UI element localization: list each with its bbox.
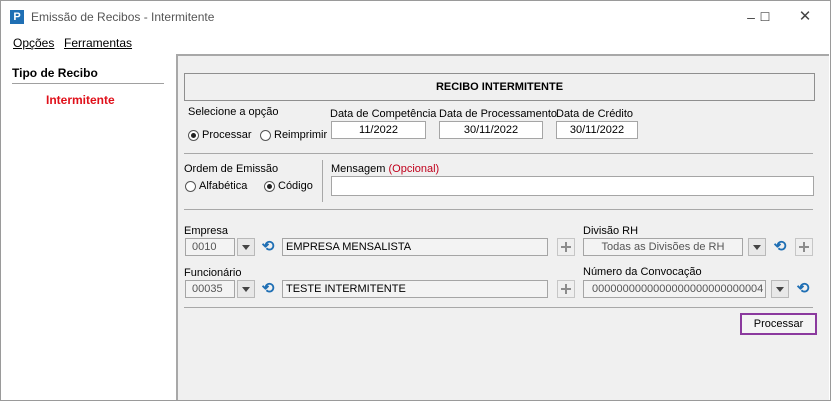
window-title: Emissão de Recibos - Intermitente xyxy=(31,10,215,24)
separator-2 xyxy=(184,209,813,210)
processar-button[interactable]: Processar xyxy=(740,313,817,335)
empresa-dropdown-icon[interactable] xyxy=(237,238,255,256)
funcionario-dropdown-icon[interactable] xyxy=(237,280,255,298)
mensagem-label: Mensagem (Opcional) xyxy=(331,163,440,175)
radio-codigo[interactable] xyxy=(264,181,275,192)
option-label: Selecione a opção xyxy=(188,106,279,118)
empresa-undo-icon[interactable]: ⟲ xyxy=(259,238,277,256)
funcionario-add-icon[interactable] xyxy=(557,280,575,298)
divisao-dropdown-icon[interactable] xyxy=(748,238,766,256)
title-bar: P Emissão de Recibos - Intermitente – ☐ … xyxy=(1,1,830,33)
funcionario-undo-icon[interactable]: ⟲ xyxy=(259,280,277,298)
radio-processar-label: Processar xyxy=(202,129,252,141)
convocacao-dropdown-icon[interactable] xyxy=(771,280,789,298)
sidebar-item-intermitente[interactable]: Intermitente xyxy=(46,93,115,107)
main-window: P Emissão de Recibos - Intermitente – ☐ … xyxy=(0,0,831,401)
radio-alfabetica-label: Alfabética xyxy=(199,180,248,192)
radio-alfabetica[interactable] xyxy=(185,181,196,192)
separator-1 xyxy=(184,153,813,154)
data-processamento-label: Data de Processamento xyxy=(439,108,558,120)
data-competencia-label: Data de Competência xyxy=(330,108,437,120)
radio-reimprimir-label: Reimprimir xyxy=(274,129,328,141)
empresa-add-icon[interactable] xyxy=(557,238,575,256)
data-credito-field[interactable]: 30/11/2022 xyxy=(556,121,638,139)
divisao-select[interactable]: Todas as Divisões de RH xyxy=(583,238,743,256)
empresa-code-field[interactable]: 0010 xyxy=(185,238,235,256)
radio-reimprimir[interactable] xyxy=(260,130,271,141)
mensagem-input[interactable] xyxy=(331,176,814,196)
funcionario-label: Funcionário xyxy=(184,267,242,279)
app-logo-icon: P xyxy=(10,10,24,24)
divisao-undo-icon[interactable]: ⟲ xyxy=(771,238,789,256)
menu-bar: Opções Ferramentas xyxy=(1,33,830,53)
radio-codigo-label: Código xyxy=(278,180,313,192)
form-header: RECIBO INTERMITENTE xyxy=(184,73,815,101)
radio-processar[interactable] xyxy=(188,130,199,141)
ordem-label: Ordem de Emissão xyxy=(184,163,279,175)
convocacao-select[interactable]: 0000000000000000000000000004 xyxy=(583,280,766,298)
sidebar: Tipo de Recibo Intermitente xyxy=(1,54,176,400)
sidebar-title: Tipo de Recibo xyxy=(12,66,98,80)
vertical-separator xyxy=(322,160,323,202)
funcionario-code-field[interactable]: 00035 xyxy=(185,280,235,298)
data-competencia-field[interactable]: 11/2022 xyxy=(331,121,426,139)
convocacao-label: Número da Convocação xyxy=(583,266,702,278)
menu-opcoes[interactable]: Opções xyxy=(13,36,54,50)
separator-3 xyxy=(184,307,813,308)
divisao-add-icon[interactable] xyxy=(795,238,813,256)
maximize-icon[interactable]: ☐ xyxy=(751,7,779,27)
funcionario-name-field: TESTE INTERMITENTE xyxy=(282,280,548,298)
data-processamento-field[interactable]: 30/11/2022 xyxy=(439,121,543,139)
divisao-label: Divisão RH xyxy=(583,225,639,237)
data-credito-label: Data de Crédito xyxy=(556,108,634,120)
sidebar-divider xyxy=(12,83,164,84)
close-icon[interactable]: ✕ xyxy=(791,7,819,27)
empresa-label: Empresa xyxy=(184,225,229,237)
menu-ferramentas[interactable]: Ferramentas xyxy=(64,36,132,50)
empresa-name-field: EMPRESA MENSALISTA xyxy=(282,238,548,256)
convocacao-undo-icon[interactable]: ⟲ xyxy=(794,280,812,298)
